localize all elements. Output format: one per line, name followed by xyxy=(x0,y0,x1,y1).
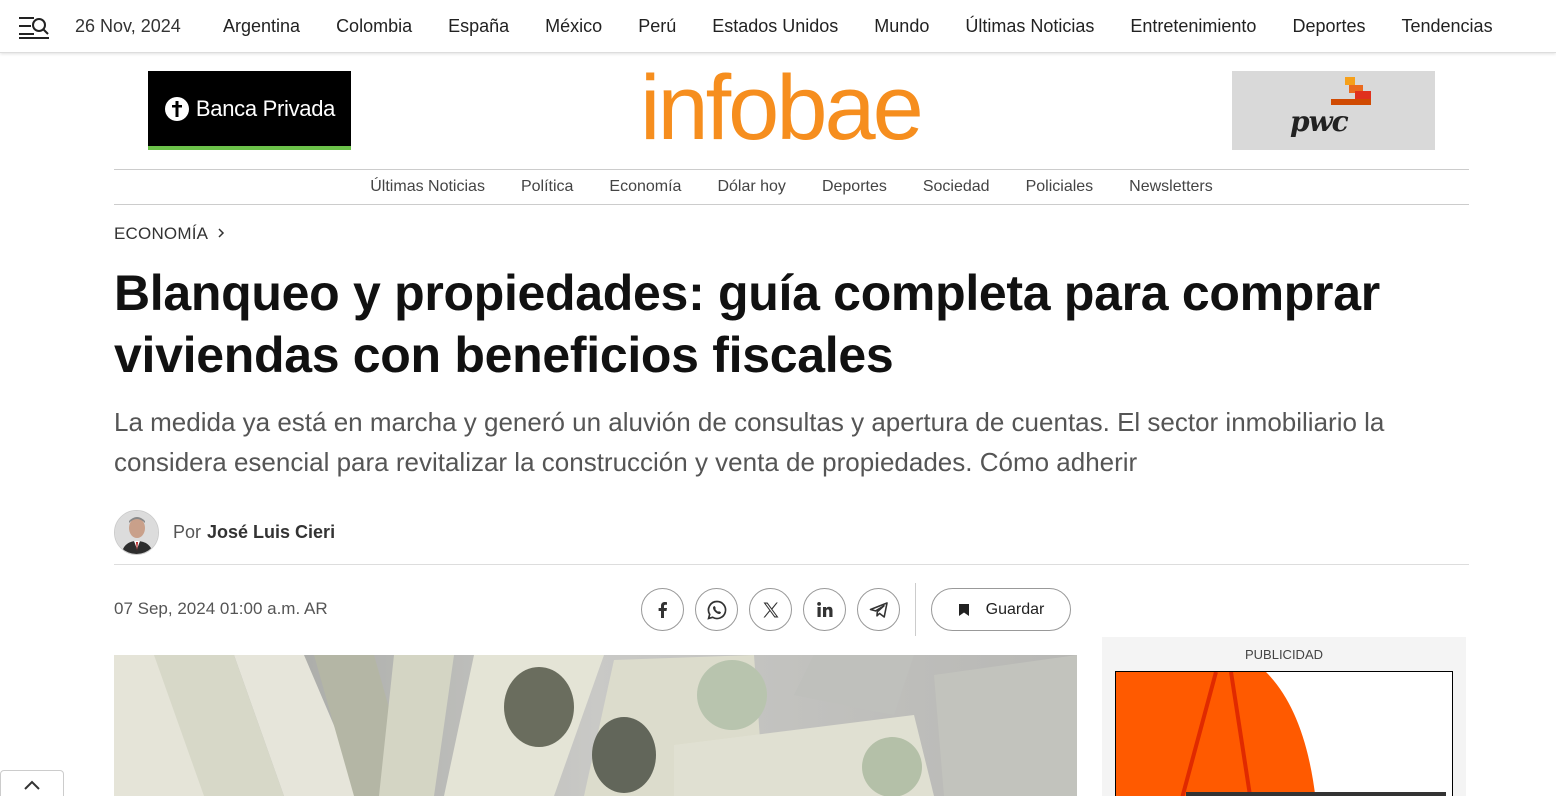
breadcrumb[interactable]: ECONOMÍA xyxy=(114,224,226,244)
nav-link-colombia[interactable]: Colombia xyxy=(336,16,412,37)
author-name[interactable]: José Luis Cieri xyxy=(207,522,335,543)
subnav-deportes[interactable]: Deportes xyxy=(822,178,887,196)
chevron-up-icon xyxy=(24,780,40,790)
nav-link-deportes[interactable]: Deportes xyxy=(1292,16,1365,37)
share-buttons xyxy=(641,588,911,631)
menu-search-icon[interactable] xyxy=(18,14,50,40)
save-button[interactable]: Guardar xyxy=(931,588,1071,631)
article-title: Blanqueo y propiedades: guía completa pa… xyxy=(114,265,1380,383)
chevron-right-icon xyxy=(218,228,225,238)
share-x-button[interactable] xyxy=(749,588,792,631)
infobae-logo[interactable]: infobae xyxy=(640,62,924,154)
x-icon xyxy=(763,602,778,617)
country-nav: Argentina Colombia España México Perú Es… xyxy=(205,0,1511,53)
nav-link-espana[interactable]: España xyxy=(448,16,509,37)
nav-link-peru[interactable]: Perú xyxy=(638,16,676,37)
share-telegram-button[interactable] xyxy=(857,588,900,631)
share-separator xyxy=(915,583,916,636)
save-label: Guardar xyxy=(985,600,1045,618)
ad-pwc-text: pwc xyxy=(1290,105,1349,138)
subnav-ultimas-noticias[interactable]: Últimas Noticias xyxy=(370,178,485,196)
nav-link-ultimas-noticias[interactable]: Últimas Noticias xyxy=(965,16,1094,37)
author-prefix: Por xyxy=(173,521,202,542)
nav-link-estados-unidos[interactable]: Estados Unidos xyxy=(712,16,838,37)
subnav-politica[interactable]: Política xyxy=(521,178,573,196)
nav-link-argentina[interactable]: Argentina xyxy=(223,16,300,37)
share-facebook-button[interactable] xyxy=(641,588,684,631)
nav-link-entretenimiento[interactable]: Entretenimiento xyxy=(1130,16,1256,37)
share-whatsapp-button[interactable] xyxy=(695,588,738,631)
nav-link-mexico[interactable]: México xyxy=(545,16,602,37)
facebook-icon xyxy=(658,601,667,618)
article-subtitle: La medida ya está en marcha y generó un … xyxy=(114,407,1385,477)
cross-logo-icon xyxy=(164,96,189,121)
current-date: 26 Nov, 2024 xyxy=(75,16,181,36)
nav-link-mundo[interactable]: Mundo xyxy=(874,16,929,37)
subnav-policiales[interactable]: Policiales xyxy=(1026,178,1094,196)
pwc-blocks-icon xyxy=(1331,77,1371,105)
subnav-economia[interactable]: Economía xyxy=(609,178,681,196)
article-hero-image[interactable] xyxy=(114,655,1077,796)
banner-ad-banca-privada[interactable]: Banca Privada xyxy=(148,71,351,150)
publish-date: 07 Sep, 2024 01:00 a.m. AR xyxy=(114,599,328,618)
bookmark-icon xyxy=(958,603,969,616)
ad-banca-text: Banca Privada xyxy=(195,95,336,121)
subnav-sociedad[interactable]: Sociedad xyxy=(923,178,990,196)
subnav-dolar-hoy[interactable]: Dólar hoy xyxy=(717,178,785,196)
ad-label: PUBLICIDAD xyxy=(1244,647,1324,662)
banner-ad-pwc[interactable]: pwc xyxy=(1232,71,1435,150)
share-linkedin-button[interactable] xyxy=(803,588,846,631)
scroll-to-top-button[interactable] xyxy=(0,770,64,796)
author-avatar[interactable] xyxy=(114,509,159,555)
sidebar-ad: PUBLICIDAD xyxy=(1102,637,1466,796)
telegram-icon xyxy=(869,601,888,618)
sidebar-ad-creative[interactable] xyxy=(1115,671,1453,796)
nav-link-tendencias[interactable]: Tendencias xyxy=(1402,16,1493,37)
linkedin-icon xyxy=(816,601,832,617)
subnav-newsletters[interactable]: Newsletters xyxy=(1129,178,1213,196)
top-bar: 26 Nov, 2024 Argentina Colombia España M… xyxy=(0,0,1556,53)
byline-divider xyxy=(114,564,1469,565)
breadcrumb-section[interactable]: ECONOMÍA xyxy=(114,224,207,243)
whatsapp-icon xyxy=(706,600,726,620)
author-byline: Por José Luis Cieri xyxy=(114,509,335,555)
section-nav: Últimas Noticias Política Economía Dólar… xyxy=(114,169,1469,205)
